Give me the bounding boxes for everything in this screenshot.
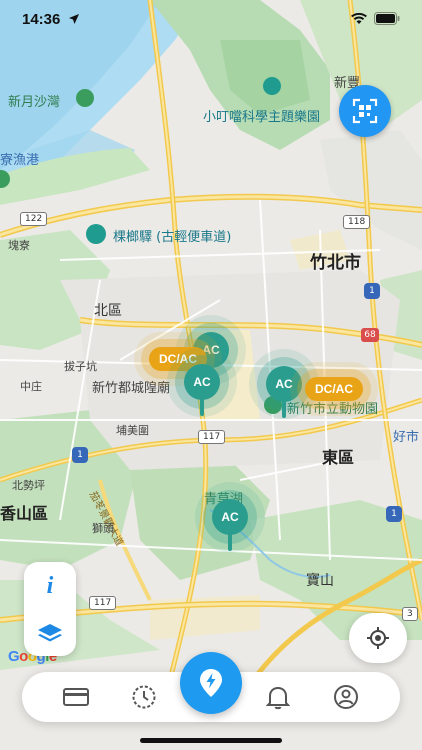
map-label-east-district: 東區 bbox=[322, 448, 355, 467]
charging-marker-dcac[interactable]: DC/AC bbox=[305, 377, 363, 401]
highway-shield-1: 1 bbox=[364, 283, 380, 299]
charging-marker-ac[interactable]: AC bbox=[184, 364, 220, 416]
route-shield-117: 117 bbox=[89, 596, 117, 610]
highway-shield-1: 1 bbox=[72, 447, 88, 463]
marker-ac-label: AC bbox=[184, 364, 220, 400]
nav-notifications[interactable] bbox=[264, 684, 292, 710]
location-arrow-icon bbox=[68, 14, 79, 24]
highway-shield-1: 1 bbox=[386, 506, 402, 522]
wifi-icon bbox=[351, 12, 367, 24]
route-shield-68: 68 bbox=[361, 328, 379, 342]
user-icon bbox=[334, 685, 358, 709]
map-label-bazikeng: 拔子坑 bbox=[64, 360, 97, 373]
map-label-liuqiu: 獅頭 bbox=[92, 522, 114, 535]
route-shield-118: 118 bbox=[343, 215, 371, 229]
route-shield-117: 117 bbox=[198, 430, 226, 444]
status-time-text: 14:36 bbox=[22, 11, 61, 28]
qr-scan-icon bbox=[352, 98, 378, 124]
charging-marker-ac[interactable]: AC bbox=[212, 499, 248, 551]
camera-icon bbox=[86, 224, 106, 244]
map-label-xiangshan: 香山區 bbox=[0, 504, 49, 523]
park-icon bbox=[263, 77, 281, 95]
status-bar: 14:36 bbox=[0, 0, 422, 44]
status-time: 14:36 bbox=[22, 11, 80, 28]
nav-payment[interactable] bbox=[62, 684, 90, 710]
marker-ac-label: AC bbox=[266, 366, 302, 402]
nav-charge-button[interactable] bbox=[180, 652, 242, 714]
layers-icon[interactable] bbox=[37, 623, 63, 645]
marker-stem bbox=[228, 533, 232, 551]
map-label-north-district: 北區 bbox=[94, 303, 122, 319]
battery-icon bbox=[374, 12, 400, 25]
card-icon bbox=[63, 688, 89, 706]
marker-stem bbox=[282, 400, 286, 418]
bell-icon bbox=[266, 686, 290, 710]
nav-history[interactable] bbox=[130, 684, 158, 710]
park-icon bbox=[76, 89, 94, 107]
marker-ac-label: AC bbox=[212, 499, 248, 535]
crosshair-locate-icon bbox=[367, 627, 389, 649]
scan-qr-button[interactable] bbox=[339, 85, 391, 137]
info-icon[interactable]: i bbox=[47, 573, 54, 600]
status-icons bbox=[350, 12, 400, 25]
map-label-beiwuzhen: 北勢坪 bbox=[12, 479, 45, 492]
charging-marker-ac[interactable]: AC bbox=[266, 366, 302, 418]
map-label-jingcuo: 塊寮 bbox=[8, 239, 30, 252]
map-label-fishing-port: 寮漁港 bbox=[0, 153, 40, 168]
clock-icon bbox=[132, 685, 156, 709]
map-label-xiaodingdang: 小叮噹科學主題樂園 bbox=[203, 110, 321, 125]
map-tools-panel: i bbox=[24, 562, 76, 656]
marker-dcac-label: DC/AC bbox=[305, 377, 363, 401]
locate-me-button[interactable] bbox=[349, 613, 407, 663]
map-label-haowu: 好市 bbox=[393, 430, 420, 445]
lbl-temple-text: 新竹都城隍廟 bbox=[92, 381, 171, 396]
map-label-putian: 埔美圍 bbox=[116, 424, 149, 437]
map-label-xinyue-bay: 新月沙灣 bbox=[8, 95, 61, 110]
home-indicator bbox=[140, 738, 282, 743]
nav-profile[interactable] bbox=[332, 684, 360, 710]
marker-stem bbox=[200, 398, 204, 416]
map-label-tree-station: 棵榔驛 (古輕便車道) bbox=[113, 230, 232, 245]
lightning-icon bbox=[200, 669, 222, 697]
route-shield-122: 122 bbox=[20, 212, 48, 226]
map-label-zhubei-city: 竹北市 bbox=[310, 253, 361, 273]
map-label-zhongzhuang: 中庄 bbox=[20, 380, 42, 393]
route-shield-3: 3 bbox=[402, 607, 418, 621]
map-label-baoshan: 寶山 bbox=[306, 573, 334, 589]
